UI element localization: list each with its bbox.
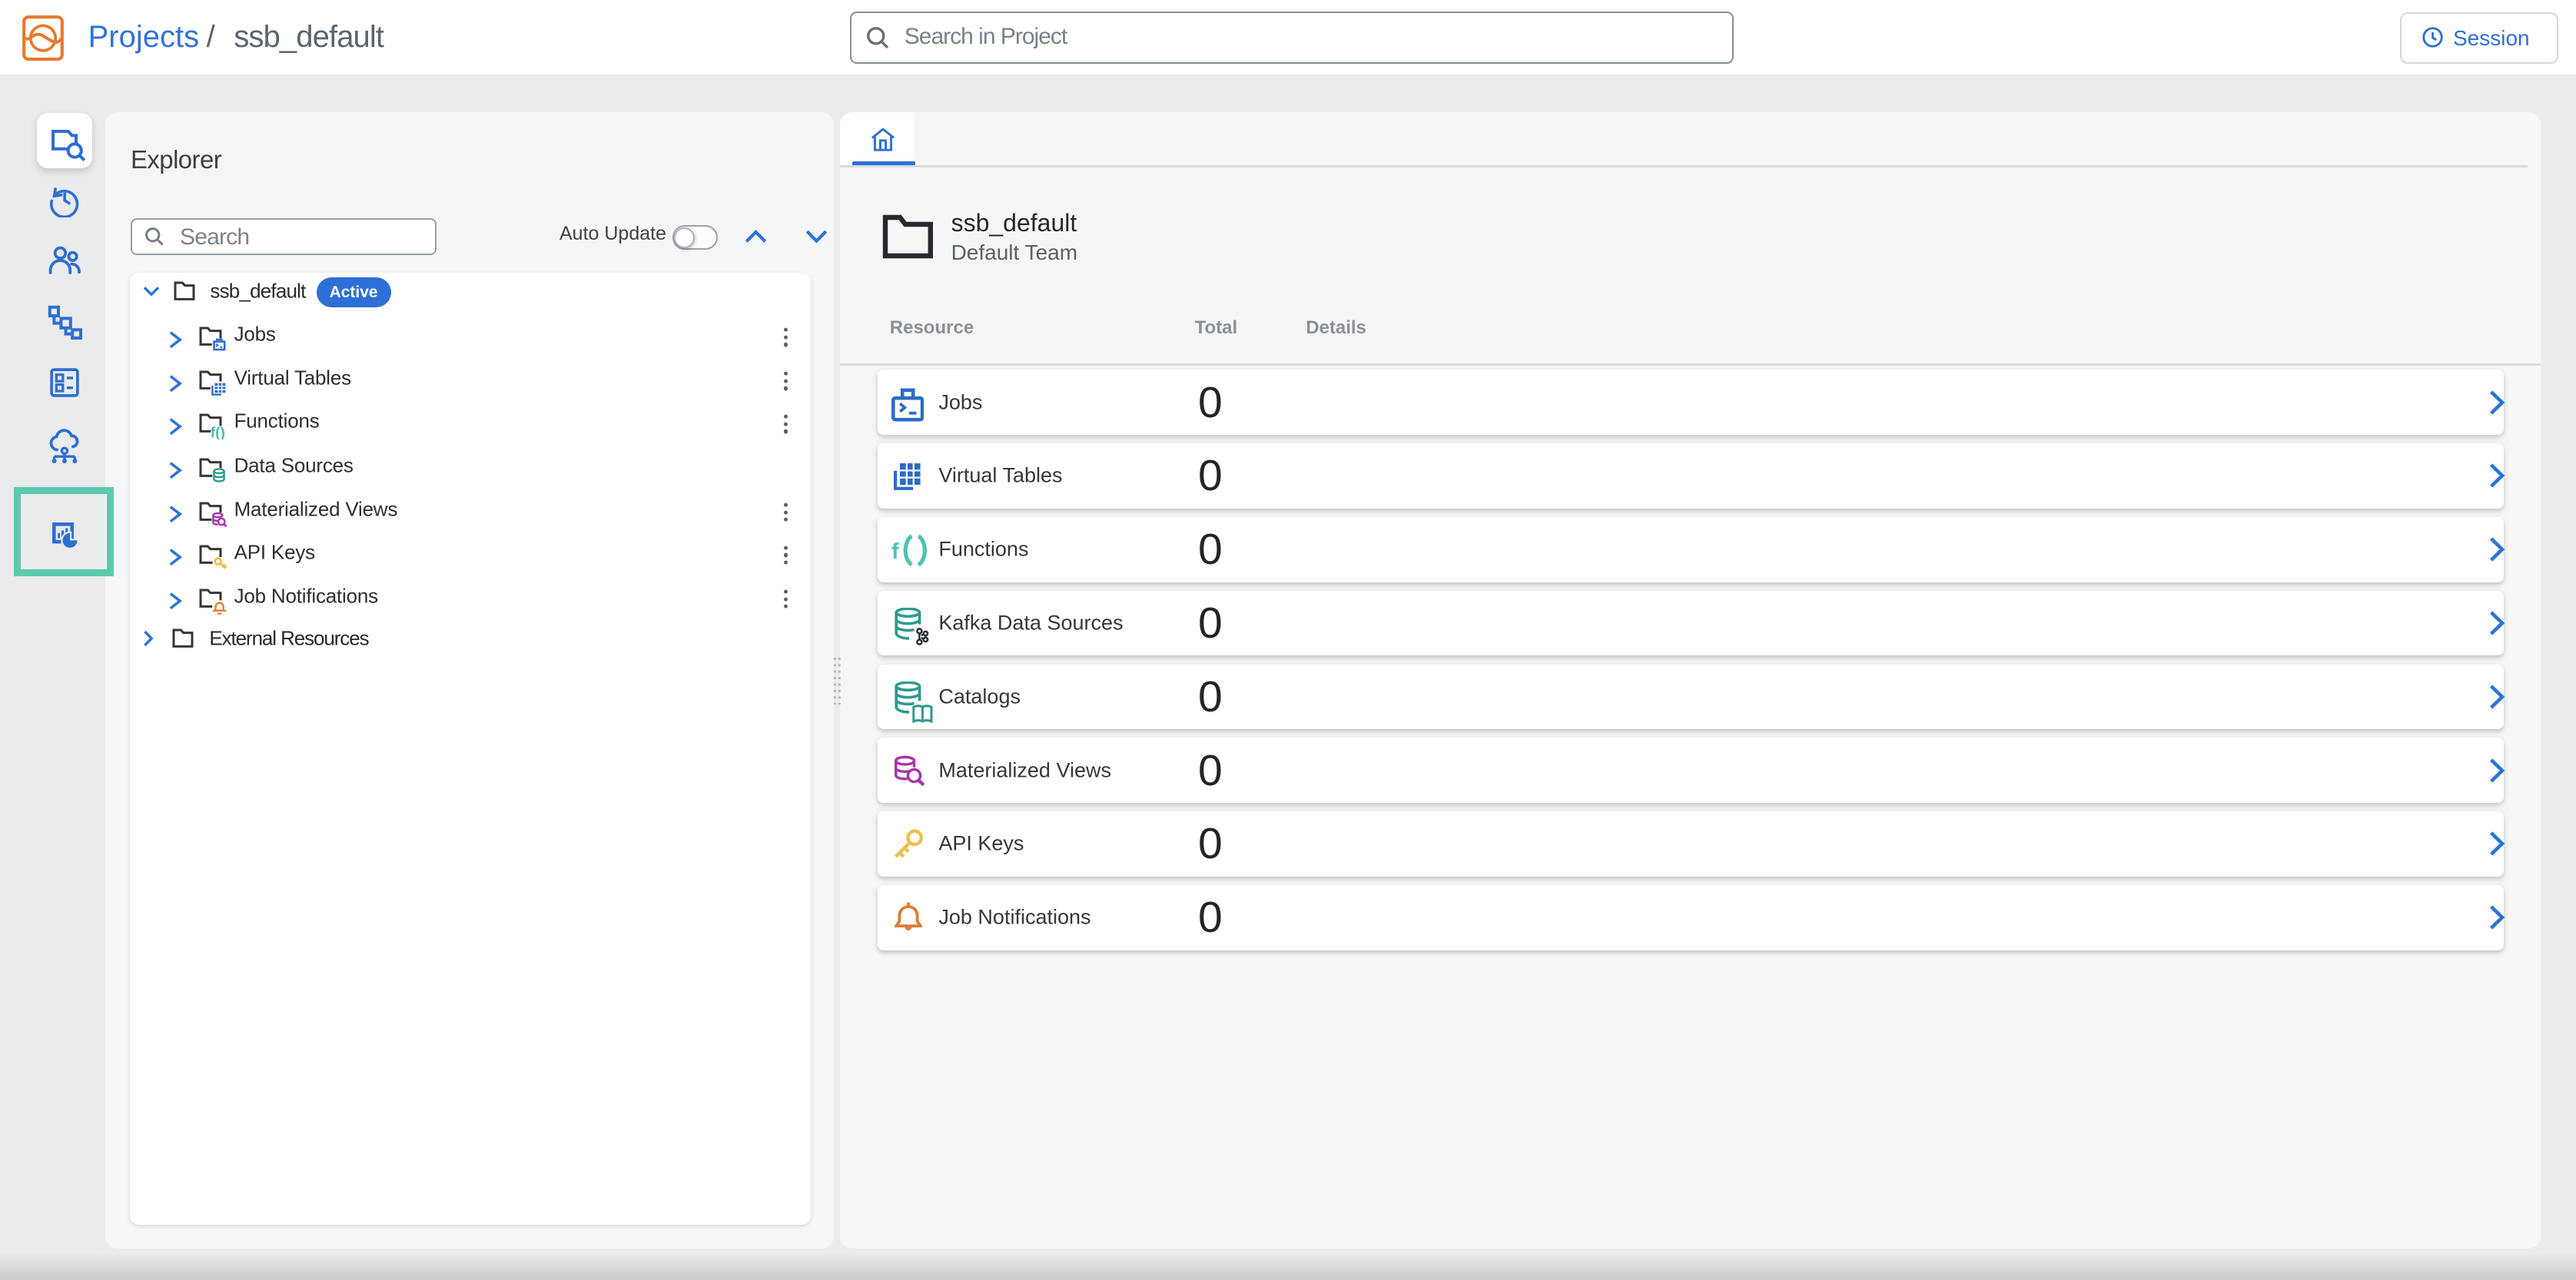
svg-text:f(): f() xyxy=(210,426,224,439)
svg-text:f: f xyxy=(891,539,899,563)
